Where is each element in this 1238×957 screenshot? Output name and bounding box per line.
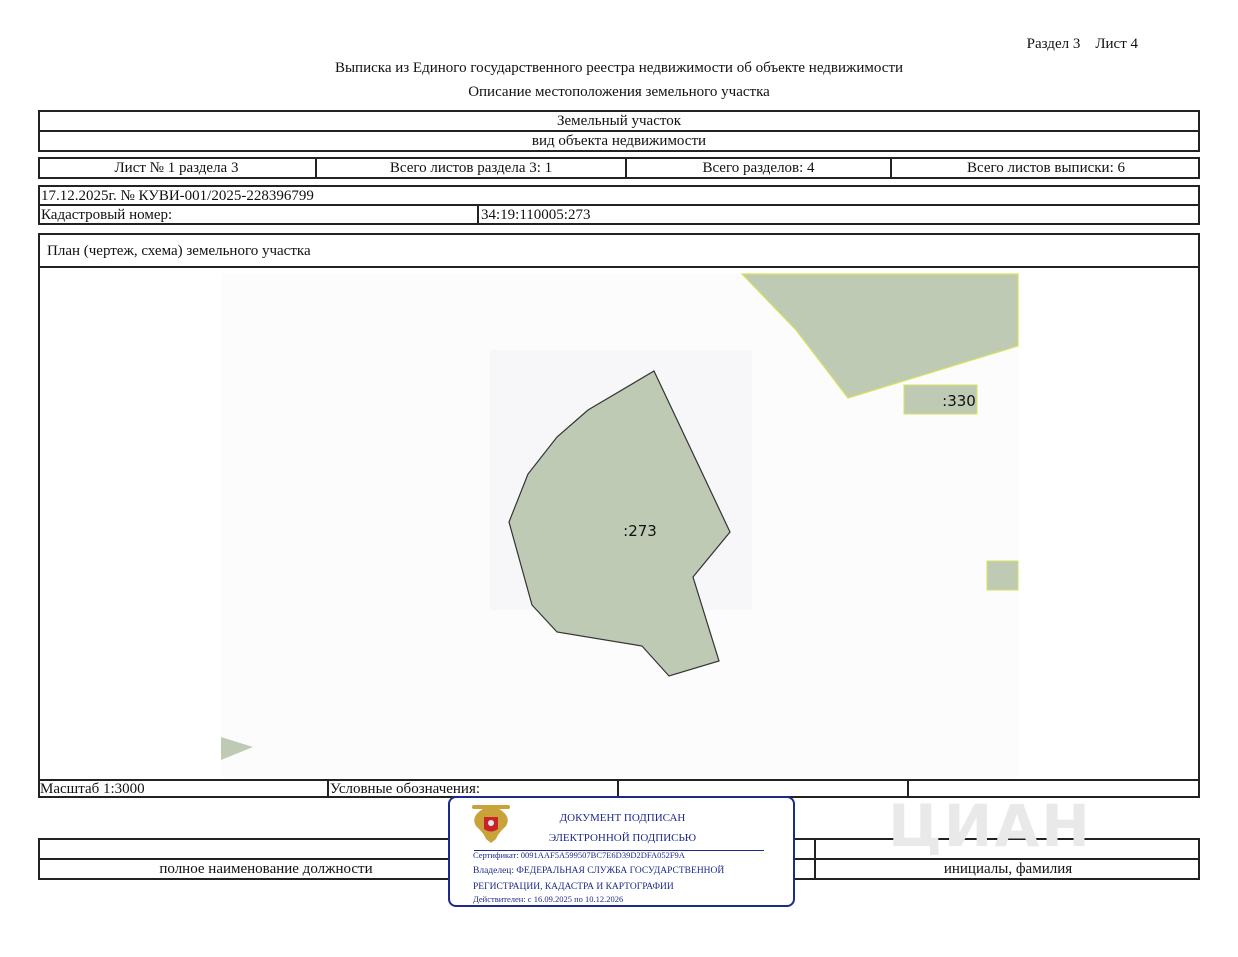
sheet-number: Лист № 1 раздела 3 [114, 160, 239, 176]
scale: Масштаб 1:3000 [40, 781, 145, 797]
divider [477, 204, 479, 225]
initials-caption: инициалы, фамилия [943, 861, 1073, 877]
watermark-logo: ЦИАН [888, 792, 1092, 860]
document-subtitle: Описание местоположения земельного участ… [468, 84, 770, 100]
date-number: 17.12.2025г. № КУВИ-001/2025-228396799 [41, 188, 314, 204]
stamp-validity: Действителен: с 16.09.2025 по 10.12.2026 [473, 894, 624, 904]
document-title: Выписка из Единого государственного реес… [334, 60, 904, 76]
object-kind: Земельный участок [556, 113, 682, 129]
parcel-330-label: :330 [942, 392, 976, 410]
divider [327, 779, 329, 798]
object-kind-caption: вид объекта недвижимости [531, 133, 707, 149]
position-caption: полное наименование должности [159, 861, 373, 877]
total-sheets-extract: Всего листов выписки: 6 [967, 160, 1125, 176]
plan-title: План (чертеж, схема) земельного участка [47, 243, 311, 259]
cadastral-number: 34:19:110005:273 [481, 207, 591, 223]
stamp-certificate: Сертификат: 0091AAF5A599507BC7E6D39D2DFA… [473, 850, 685, 860]
divider [38, 779, 1200, 781]
total-sections: Всего разделов: 4 [702, 160, 815, 176]
cadastral-label: Кадастровый номер: [41, 207, 173, 223]
stamp-owner-line2: РЕГИСТРАЦИИ, КАДАСТРА И КАРТОГРАФИИ [473, 882, 674, 892]
signature-stamp: ДОКУМЕНТ ПОДПИСАН ЭЛЕКТРОННОЙ ПОДПИСЬЮ С… [448, 796, 795, 907]
total-sheets-section: Всего листов раздела 3: 1 [389, 160, 553, 176]
section-sheet: Раздел 3 Лист 4 [1026, 36, 1138, 52]
stamp-title-line2: ЭЛЕКТРОННОЙ ПОДПИСЬЮ [548, 832, 697, 844]
parcel-small-fragment [986, 560, 1019, 591]
parcel-273-label: :273 [623, 522, 657, 540]
stamp-title-line1: ДОКУМЕНТ ПОДПИСАН [559, 812, 686, 824]
stamp-owner-line1: Владелец: ФЕДЕРАЛЬНАЯ СЛУЖБА ГОСУДАРСТВЕ… [473, 866, 725, 876]
